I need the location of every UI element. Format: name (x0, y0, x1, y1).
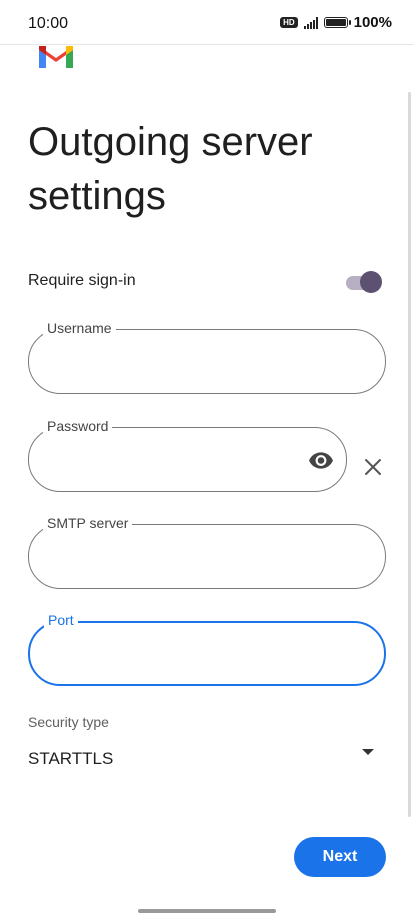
smtp-server-label: SMTP server (43, 515, 133, 531)
password-field[interactable]: Password (28, 418, 347, 492)
home-indicator[interactable] (138, 909, 276, 913)
port-field[interactable]: Port (28, 612, 386, 686)
require-signin-toggle[interactable] (344, 268, 384, 296)
eye-icon[interactable] (308, 447, 334, 473)
dropdown-arrow-icon[interactable] (361, 747, 375, 757)
require-signin-label: Require sign-in (28, 272, 136, 289)
smtp-server-field[interactable]: SMTP server (28, 515, 386, 589)
next-button[interactable]: Next (294, 837, 386, 877)
username-label: Username (43, 320, 116, 336)
page-title: Outgoing server settings (28, 120, 313, 218)
scrollbar[interactable] (408, 92, 411, 817)
security-type-label: Security type (28, 714, 109, 730)
require-signin-row[interactable]: Require sign-in (28, 266, 384, 298)
gmail-logo (39, 46, 73, 68)
security-type-select[interactable]: STARTTLS (28, 749, 113, 769)
close-icon[interactable] (363, 457, 383, 477)
hd-badge: HD (280, 17, 298, 28)
signal-icon (303, 16, 318, 29)
battery-icon (323, 17, 351, 28)
port-label: Port (44, 612, 78, 628)
status-bar: 10:00 HD 100% (0, 0, 414, 45)
status-indicators: HD 100% (280, 14, 392, 31)
username-field[interactable]: Username (28, 320, 386, 394)
password-label: Password (43, 418, 113, 434)
toggle-thumb (360, 271, 382, 293)
status-time: 10:00 (28, 15, 69, 32)
battery-percent: 100% (353, 14, 392, 31)
